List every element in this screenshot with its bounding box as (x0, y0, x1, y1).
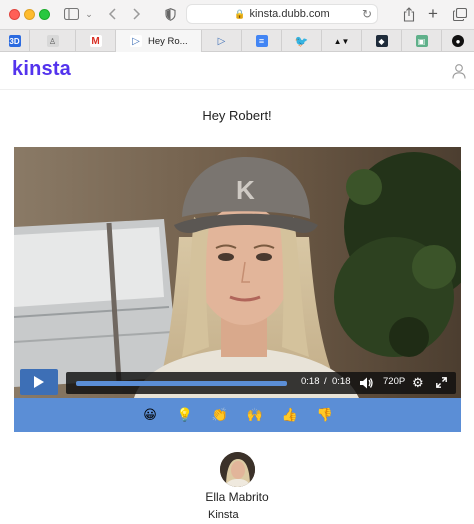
svg-text:K: K (236, 175, 255, 205)
tab-twitter[interactable]: 🐦 (282, 30, 322, 52)
settings-icon[interactable]: ⚙ (412, 375, 424, 391)
cube-icon: ◆ (375, 35, 388, 47)
time-separator: / (324, 376, 327, 387)
address-domain: kinsta.dubb.com (249, 8, 330, 20)
dubb-icon: ▷ (215, 35, 228, 47)
clap-reaction-icon[interactable]: 👏 (203, 398, 238, 432)
grin-reaction-icon[interactable]: 😀 (133, 398, 168, 432)
tab-dubb[interactable]: ▷ (202, 30, 242, 52)
forward-icon[interactable] (130, 5, 144, 23)
greeting-heading: Hey Robert! (202, 108, 272, 123)
tab-overview-icon[interactable] (452, 5, 468, 23)
share-icon[interactable] (401, 5, 417, 23)
site-header: kinsta (0, 52, 474, 90)
minimize-window-button[interactable] (24, 9, 35, 20)
tab-av[interactable]: ▲▼ (322, 30, 362, 52)
duration: 0:18 (332, 376, 351, 387)
tab-docs[interactable]: ≡ (242, 30, 282, 52)
chevron-down-icon[interactable]: ⌄ (84, 5, 94, 23)
tab-active[interactable]: ▷ Hey Ro... (116, 30, 202, 52)
play-button[interactable] (20, 369, 58, 395)
reload-icon[interactable]: ↻ (362, 7, 372, 21)
av-icon: ▲▼ (333, 35, 350, 47)
sidebar-toggle-icon[interactable] (62, 5, 80, 23)
lock-icon: 🔒 (234, 8, 246, 19)
lightbulb-reaction-icon[interactable]: 💡 (168, 398, 203, 432)
browser-toolbar: ⌄ 🔒 kinsta.dubb.com ↻ + (0, 0, 474, 29)
tab-title: Hey Ro... (148, 35, 188, 47)
progress-bar[interactable] (76, 381, 287, 386)
quality-label[interactable]: 720P (383, 376, 405, 387)
tab-github[interactable]: ● (442, 30, 474, 52)
thumbs-down-reaction-icon[interactable]: 👎 (308, 398, 343, 432)
close-window-button[interactable] (9, 9, 20, 20)
app-icon: ▣ (415, 35, 428, 47)
docs-icon: ≡ (255, 35, 268, 47)
current-time: 0:18 (301, 376, 320, 387)
tab-three-d[interactable]: 3D (0, 30, 30, 52)
back-icon[interactable] (105, 5, 119, 23)
address-bar[interactable]: 🔒 kinsta.dubb.com ↻ (186, 4, 378, 24)
volume-icon[interactable] (360, 377, 373, 392)
reaction-bar: 😀 💡 👏 🙌 👍 👎 (14, 398, 461, 432)
sender-name: Ella Mabrito (205, 490, 269, 504)
raised-hands-reaction-icon[interactable]: 🙌 (238, 398, 273, 432)
user-icon[interactable] (452, 63, 466, 79)
video-controls: 0:18 / 0:18 720P ⚙ (14, 367, 461, 397)
shield-icon[interactable] (163, 5, 177, 23)
person-icon: ♙ (46, 35, 59, 47)
dubb-icon: ▷ (130, 35, 142, 47)
fullscreen-icon[interactable] (436, 377, 447, 391)
tab-person[interactable]: ♙ (30, 30, 76, 52)
video-player[interactable]: K (14, 147, 461, 398)
zoom-window-button[interactable] (39, 9, 50, 20)
new-tab-icon[interactable]: + (426, 4, 440, 23)
sender-company: Kinsta (208, 509, 239, 521)
tab-bar: 3D ♙ M ▷ Hey Ro... ▷ ≡ 🐦 ▲▼ ◆ ▣ ● (0, 29, 474, 52)
play-icon (34, 376, 44, 388)
control-bar: 0:18 / 0:18 720P ⚙ (66, 372, 456, 394)
tab-gmail[interactable]: M (76, 30, 116, 52)
tab-cube[interactable]: ◆ (362, 30, 402, 52)
kinsta-logo[interactable]: kinsta (12, 58, 71, 81)
gmail-icon: M (89, 35, 102, 47)
thumbs-up-reaction-icon[interactable]: 👍 (273, 398, 308, 432)
twitter-icon: 🐦 (294, 35, 309, 48)
avatar (220, 452, 255, 487)
three-d-icon: 3D (8, 35, 21, 47)
github-icon: ● (452, 35, 464, 47)
tab-app[interactable]: ▣ (402, 30, 442, 52)
video-frame: K (14, 147, 461, 398)
